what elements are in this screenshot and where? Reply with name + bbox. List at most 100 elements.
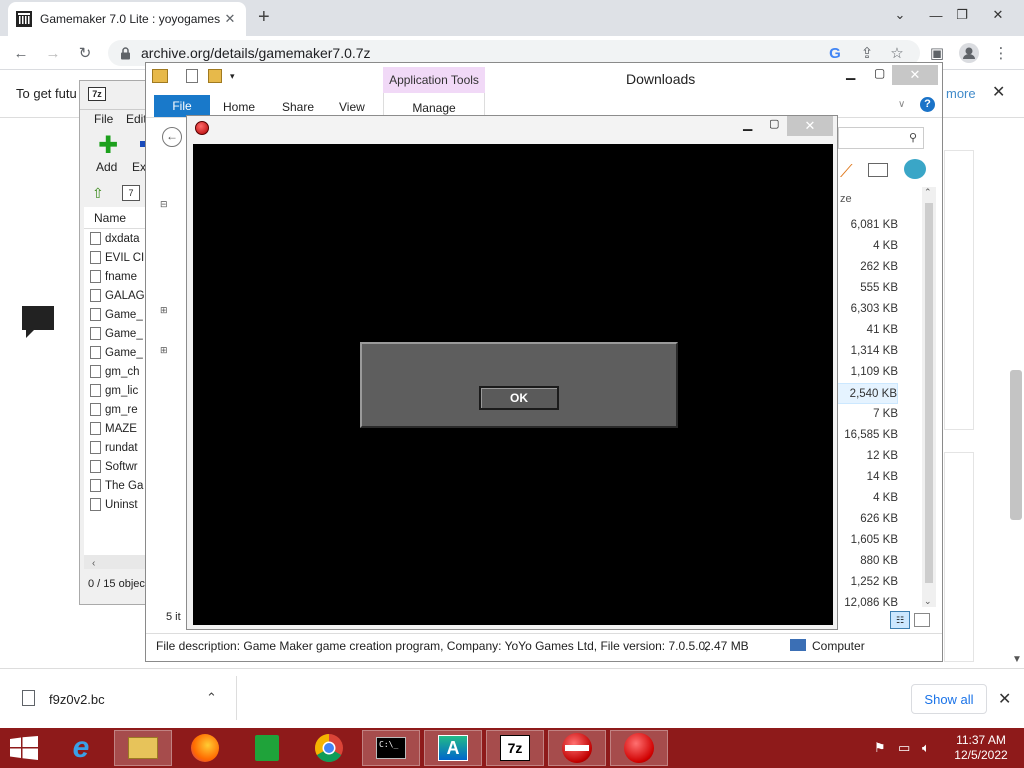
profile-avatar-icon[interactable] — [954, 36, 984, 70]
explorer-vscroll[interactable]: ⌃ ⌄ — [922, 187, 936, 607]
add-button-label[interactable]: Add — [96, 160, 117, 174]
size-cell: 6,303 KB — [850, 303, 898, 315]
game-taskbar-icon[interactable] — [610, 730, 668, 766]
file-list-item[interactable]: gm_lic — [84, 381, 152, 400]
page-scrollbar-thumb[interactable] — [1010, 370, 1022, 520]
add-plus-icon[interactable]: ✚ — [98, 134, 118, 158]
mail-icon[interactable] — [868, 163, 888, 177]
game-close-icon[interactable]: ✕ — [787, 116, 833, 136]
ribbon-home-tab[interactable]: Home — [223, 100, 255, 114]
ribbon-file-tab[interactable]: File — [154, 95, 210, 117]
game-maximize-icon[interactable]: ▢ — [769, 117, 779, 130]
ok-button[interactable]: OK — [479, 386, 559, 410]
file-list-item[interactable]: Game_ — [84, 305, 152, 324]
up-folder-icon[interactable]: ⇧ — [92, 185, 104, 202]
size-cell: 6,081 KB — [850, 219, 898, 231]
explorer-search-box[interactable]: ⚲ — [838, 127, 924, 149]
file-list-item[interactable]: Uninst — [84, 495, 152, 514]
file-name: Game_ — [105, 308, 143, 321]
font-app-icon[interactable]: A — [424, 730, 482, 766]
network-icon[interactable]: ▭ — [898, 740, 910, 756]
explorer-back-icon[interactable]: ← — [162, 127, 182, 147]
application-tools-tab[interactable]: Application Tools — [383, 67, 485, 93]
size-cell: 1,605 KB — [850, 534, 898, 546]
download-chevron-up-icon[interactable]: ⌃ — [206, 690, 217, 706]
tab-search-icon[interactable]: ⌄ — [882, 0, 918, 30]
sevenzip-taskbar-icon[interactable]: 7z — [486, 730, 544, 766]
info-more-link[interactable]: more — [946, 86, 976, 101]
ie-icon[interactable]: e — [52, 730, 110, 766]
downloads-close-icon[interactable]: ✕ — [998, 689, 1011, 709]
large-icons-view-icon[interactable] — [914, 613, 930, 627]
details-view-icon[interactable]: ☷ — [890, 611, 910, 629]
file-list-item[interactable]: fname — [84, 267, 152, 286]
file-explorer-taskbar-icon[interactable] — [114, 730, 172, 766]
back-icon[interactable]: ← — [6, 36, 36, 70]
firefox-icon[interactable] — [176, 730, 234, 766]
globe-icon[interactable] — [904, 159, 926, 179]
explorer-maximize-icon[interactable]: ▢ — [874, 66, 885, 80]
explorer-close-icon[interactable]: ✕ — [892, 65, 938, 85]
hscrollbar[interactable]: ‹ — [84, 555, 152, 569]
menu-file[interactable]: File — [94, 112, 113, 126]
message-dialog: OK — [360, 342, 678, 428]
column-name[interactable]: Name — [84, 207, 152, 229]
tree-collapse-icon[interactable]: ⊟ — [160, 199, 168, 210]
clock[interactable]: 11:37 AM 12/5/2022 — [950, 733, 1012, 763]
explorer-minimize-icon[interactable]: ▁ — [846, 66, 855, 80]
ribbon-expand-icon[interactable]: ∨ — [898, 99, 905, 110]
show-all-button[interactable]: Show all — [911, 684, 987, 714]
file-name: Game_ — [105, 327, 143, 340]
windows-start-icon[interactable] — [10, 736, 38, 760]
file-list-item[interactable]: The Ga — [84, 476, 152, 495]
tree-expand-icon[interactable]: ⊞ — [160, 305, 168, 316]
cmd-icon[interactable]: C:\_ — [362, 730, 420, 766]
pencil-icon[interactable]: ⟋ — [840, 161, 853, 182]
page-scroll-down-icon[interactable]: ▼ — [1012, 654, 1022, 665]
game-minimize-icon[interactable]: ▁ — [743, 117, 752, 131]
size-cell: 14 KB — [866, 471, 898, 483]
lock-icon — [120, 46, 131, 60]
download-filename[interactable]: f9z0v2.bc — [49, 692, 105, 707]
ribbon-share-tab[interactable]: Share — [282, 100, 314, 114]
file-list-item[interactable]: gm_re — [84, 400, 152, 419]
restore-window-icon[interactable]: ❐ — [944, 0, 980, 30]
chrome-icon[interactable] — [300, 730, 358, 766]
size-column-header[interactable]: ze — [840, 193, 852, 205]
flag-icon[interactable]: ⚑ — [874, 740, 886, 756]
file-list-item[interactable]: rundat — [84, 438, 152, 457]
file-list-item[interactable]: EVIL CI — [84, 248, 152, 267]
ribbon-view-tab[interactable]: View — [339, 100, 365, 114]
store-icon[interactable] — [238, 730, 296, 766]
chat-bubble-icon[interactable] — [20, 304, 56, 340]
menu-kebab-icon[interactable]: ⋮ — [986, 36, 1016, 70]
game-canvas[interactable]: OK — [193, 144, 833, 625]
file-list-item[interactable]: GALAG — [84, 286, 152, 305]
file-list-item[interactable]: Softwr — [84, 457, 152, 476]
properties-icon[interactable] — [186, 69, 198, 83]
file-list-item[interactable]: MAZE — [84, 419, 152, 438]
reload-icon[interactable]: ↻ — [70, 36, 100, 70]
file-list-item[interactable]: gm_ch — [84, 362, 152, 381]
file-list-item[interactable]: Game_ — [84, 324, 152, 343]
tree-expand-icon-2[interactable]: ⊞ — [160, 345, 168, 356]
qat-dropdown-icon[interactable]: ▾ — [230, 71, 235, 82]
new-tab-button[interactable]: + — [258, 6, 270, 29]
file-list-item[interactable]: dxdata — [84, 229, 152, 248]
forward-icon[interactable]: → — [38, 36, 68, 70]
folder-icon — [152, 69, 168, 83]
sevenzip-window[interactable]: 7z File Edit ✚ Add Ext ⇧ 7 Name dxdata EV… — [79, 80, 152, 605]
file-list-item[interactable]: Game_ — [84, 343, 152, 362]
menu-edit[interactable]: Edit — [126, 112, 147, 126]
volume-icon[interactable]: 🔈︎ — [922, 740, 930, 756]
close-window-icon[interactable]: ✕ — [980, 0, 1016, 30]
ribbon-manage-tab[interactable]: Manage — [383, 93, 485, 117]
tab-close-icon[interactable]: ✕ — [222, 11, 238, 27]
game-window[interactable]: ▁ ▢ ✕ OK — [186, 115, 838, 630]
browser-tab[interactable]: Gamemaker 7.0 Lite : yoyogames ✕ — [8, 2, 246, 36]
file-icon — [90, 384, 101, 397]
help-icon[interactable]: ? — [920, 97, 935, 112]
gamemaker-taskbar-icon[interactable] — [548, 730, 606, 766]
new-folder-icon[interactable] — [208, 69, 222, 83]
info-close-icon[interactable]: ✕ — [992, 82, 1005, 102]
